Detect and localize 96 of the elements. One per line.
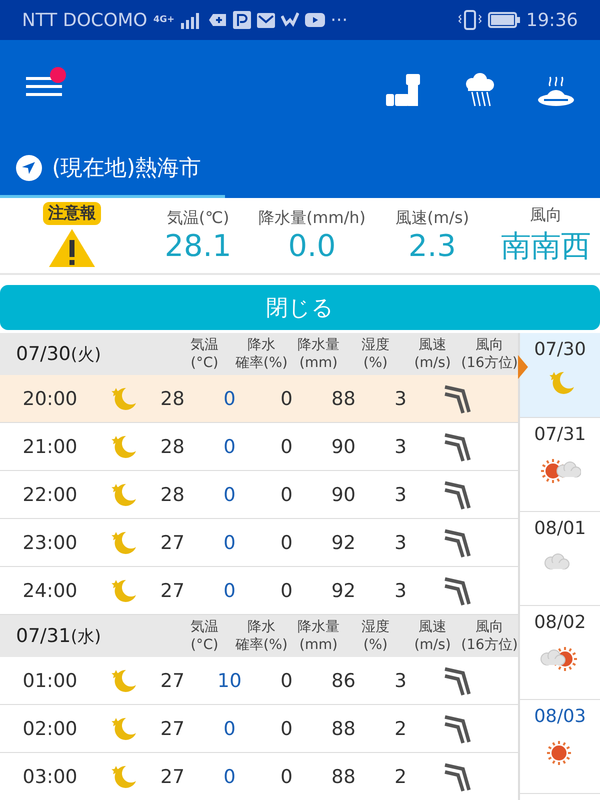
column-header: 湿度 (%) xyxy=(360,618,390,654)
forecast-row[interactable]: 03:00 27 0 0 88 2 xyxy=(0,753,518,800)
time-cell-text: 20:00 xyxy=(22,388,78,410)
payment-app-icon xyxy=(232,11,251,29)
reading-label: 降水量(mm/h) xyxy=(258,208,366,228)
clock-time: 19:36 xyxy=(526,10,578,30)
temperature-cell-text: 27 xyxy=(159,532,186,554)
column-header: 風向 (16方位) xyxy=(461,336,518,372)
column-header: 湿度 (%) xyxy=(360,336,390,372)
day-item[interactable]: 07/30 xyxy=(520,333,600,418)
column-header: 風速 (m/s) xyxy=(413,618,452,654)
reading-label: 風向 xyxy=(530,204,562,226)
precipitation-cell-text: 0 xyxy=(279,532,294,554)
temperature-cell-text: 28 xyxy=(159,484,186,506)
reading-value: 0.0 xyxy=(288,228,336,264)
wind-speed-cell-text: 3 xyxy=(393,436,408,458)
more-notifications: ··· xyxy=(330,10,348,30)
reading-label: 気温(℃) xyxy=(166,208,230,228)
network-type: 4G+ xyxy=(153,16,175,24)
location-name: (現在地)熱海市 xyxy=(52,154,202,182)
humidity-cell-text: 92 xyxy=(330,532,357,554)
wind-speed-cell-text: 3 xyxy=(393,580,408,602)
day-item[interactable]: 07/31 xyxy=(520,418,600,512)
time-cell-text: 22:00 xyxy=(22,484,78,506)
column-header: 降水量 (mm) xyxy=(296,336,340,372)
video-icon xyxy=(304,13,325,27)
temperature-cell-text: 27 xyxy=(159,670,186,692)
time-cell-text: 02:00 xyxy=(22,718,78,740)
reading-label: 風速(m/s) xyxy=(395,208,470,228)
humidity-cell-text: 88 xyxy=(330,766,357,788)
precipitation-chance-cell-text: 0 xyxy=(222,718,237,740)
notification-icon xyxy=(208,12,227,28)
humidity-cell-text: 90 xyxy=(330,484,357,506)
alert-badge[interactable]: 注意報 xyxy=(43,202,102,225)
time-cell-text: 21:00 xyxy=(22,436,78,458)
precipitation-cell-text: 0 xyxy=(279,388,294,410)
humidity-cell-text: 88 xyxy=(330,718,357,740)
precipitation-cell-text: 0 xyxy=(279,766,294,788)
day-item[interactable]: 08/01 xyxy=(520,512,600,606)
precipitation-chance-cell-text: 0 xyxy=(222,580,237,602)
wind-speed-cell-text: 3 xyxy=(393,484,408,506)
wind-speed-cell-text: 3 xyxy=(393,388,408,410)
time-cell-text: 01:00 xyxy=(22,670,78,692)
precipitation-chance-cell-text: 0 xyxy=(222,532,237,554)
precipitation-chance-cell-text: 0 xyxy=(222,766,237,788)
reading-value: 2.3 xyxy=(408,228,456,264)
temperature-cell-text: 28 xyxy=(159,436,186,458)
mail-icon xyxy=(256,12,275,28)
precipitation-cell-text: 0 xyxy=(279,484,294,506)
precipitation-cell-text: 0 xyxy=(279,670,294,692)
wind-speed-cell-text: 3 xyxy=(393,670,408,692)
vibrate-icon xyxy=(458,10,482,30)
temperature-cell-text: 28 xyxy=(159,388,186,410)
wind-speed-cell-text: 2 xyxy=(393,718,408,740)
wind-speed-cell-text: 2 xyxy=(393,766,408,788)
column-header: 降水 確率(%) xyxy=(234,618,289,654)
temperature-cell-text: 27 xyxy=(159,718,186,740)
forecast-row[interactable]: 21:00 28 0 0 90 3 xyxy=(0,423,518,471)
precipitation-cell-text: 0 xyxy=(279,580,294,602)
humidity-cell-text: 90 xyxy=(330,436,357,458)
column-header: 降水 確率(%) xyxy=(234,336,289,372)
forecast-row[interactable]: 20:00 28 0 0 88 3 xyxy=(0,375,518,423)
column-header: 降水量 (mm) xyxy=(296,618,340,654)
humidity-cell-text: 92 xyxy=(330,580,357,602)
day-item[interactable]: 08/03 xyxy=(520,700,600,794)
forecast-row[interactable]: 02:00 27 0 0 88 2 xyxy=(0,705,518,753)
temperature-cell-text: 27 xyxy=(159,766,186,788)
humidity-cell-text: 88 xyxy=(330,388,357,410)
section-date: 07/30(火) xyxy=(15,342,102,366)
precipitation-chance-cell-text: 0 xyxy=(222,484,237,506)
precipitation-chance-cell-text: 0 xyxy=(222,436,237,458)
temperature-cell-text: 27 xyxy=(159,580,186,602)
time-cell-text: 24:00 xyxy=(22,580,78,602)
reading-value: 28.1 xyxy=(164,228,232,264)
column-header: 風向 (16方位) xyxy=(461,618,518,654)
forecast-row[interactable]: 23:00 27 0 0 92 3 xyxy=(0,519,518,567)
time-cell-text: 23:00 xyxy=(22,532,78,554)
column-header: 気温 (°C) xyxy=(190,336,220,372)
humidity-cell-text: 86 xyxy=(330,670,357,692)
forecast-row[interactable]: 22:00 28 0 0 90 3 xyxy=(0,471,518,519)
day-item[interactable]: 08/02 xyxy=(520,606,600,700)
battery-icon xyxy=(488,12,520,28)
reading-value: 南南西 xyxy=(501,228,592,266)
steps-icon[interactable] xyxy=(386,74,422,106)
column-header: 気温 (°C) xyxy=(190,618,220,654)
precipitation-cell-text: 0 xyxy=(279,436,294,458)
section-date: 07/31(水) xyxy=(15,624,102,648)
warning-icon xyxy=(47,227,98,269)
precipitation-chance-cell-text: 0 xyxy=(222,388,237,410)
precipitation-cell-text: 0 xyxy=(279,718,294,740)
column-header: 風速 (m/s) xyxy=(413,336,452,372)
precipitation-chance-cell-text: 10 xyxy=(216,670,243,692)
forecast-row[interactable]: 01:00 27 10 0 86 3 xyxy=(0,657,518,705)
time-cell-text: 03:00 xyxy=(22,766,78,788)
carrier-name: NTT DOCOMO xyxy=(22,10,148,30)
wind-speed-cell-text: 3 xyxy=(393,532,408,554)
